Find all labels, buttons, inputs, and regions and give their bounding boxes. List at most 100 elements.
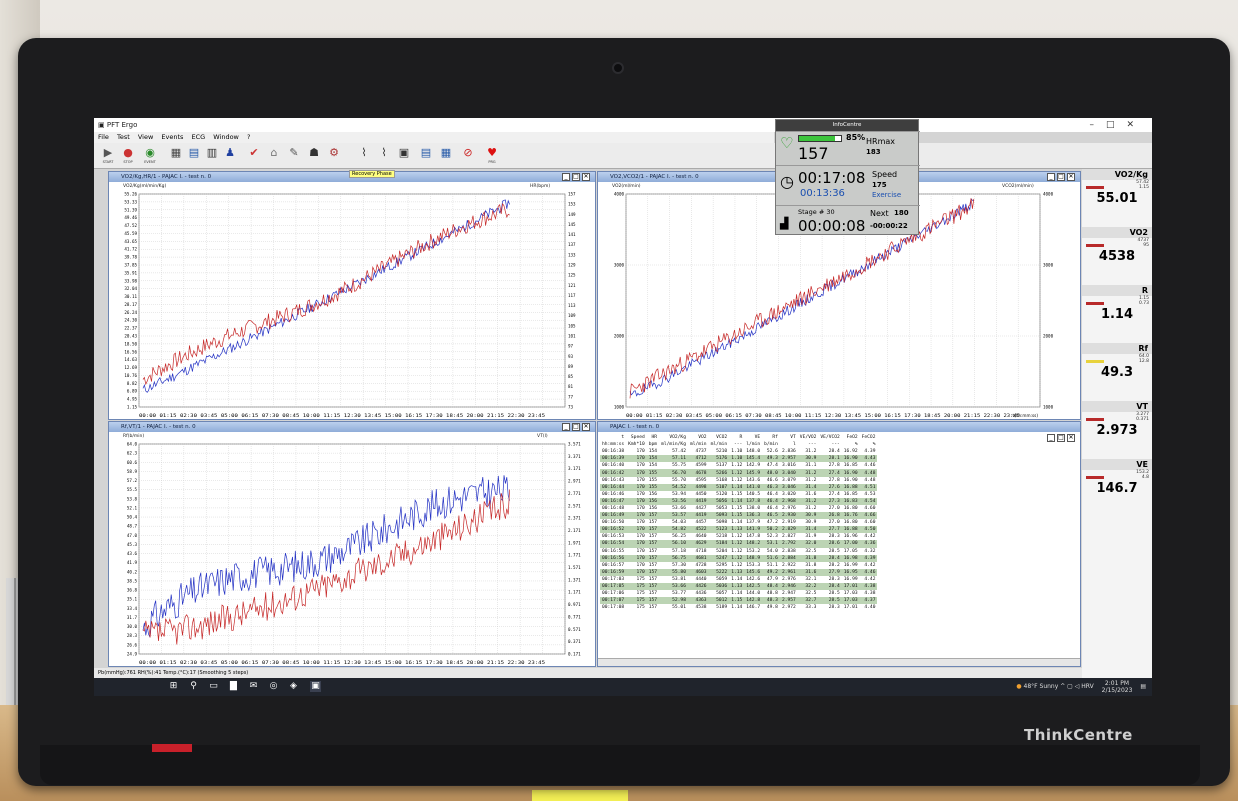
- panel-minimize-icon[interactable]: _: [562, 423, 570, 431]
- time-row: ◷ 00:17:08 00:13:36 Speed 175 Exercise: [776, 165, 920, 205]
- table-cell: 55.80: [659, 568, 688, 576]
- menu-ecg[interactable]: ECG: [191, 133, 205, 141]
- tool-ecg-2[interactable]: ⌇: [376, 146, 392, 164]
- no-entry-icon: ⊘: [463, 146, 473, 159]
- table-row[interactable]: 00:16:52 170 157 54.82 4522 5123 1.13 141.9 50.2…: [600, 526, 878, 534]
- table-cell: 4.60: [864, 520, 876, 526]
- table-row[interactable]: 00:16:55 170 157 57.18 4718 5204 1.12 153.2 54.0…: [600, 548, 877, 555]
- table-row[interactable]: 00:16:59 170 157 55.80 4603 5222 1.13 145.6 49.2…: [600, 568, 878, 576]
- file-explorer-icon[interactable]: ▇: [228, 681, 239, 692]
- panel-minimize-icon[interactable]: _: [562, 173, 570, 181]
- tool-graph-1[interactable]: ▦: [168, 146, 184, 164]
- mail-icon[interactable]: ✉: [248, 681, 259, 692]
- panel-restore-icon[interactable]: □: [1057, 434, 1065, 442]
- task-view-icon[interactable]: ▭: [208, 681, 219, 692]
- table-row[interactable]: 00:17:05 175 157 53.66 4426 5036 1.13 142.5 48.4…: [600, 582, 878, 591]
- table-row[interactable]: 00:16:48 170 156 53.66 4427 5053 1.15 138.0 46.4…: [600, 505, 877, 512]
- menu-file[interactable]: File: [98, 133, 109, 141]
- close-icon[interactable]: ✕: [1126, 120, 1146, 130]
- panel-restore-icon[interactable]: □: [572, 173, 580, 181]
- event-button[interactable]: ◉ EVENT: [142, 146, 158, 164]
- table-cell: 00:16:59: [600, 568, 627, 576]
- start-button[interactable]: ▶ START: [100, 146, 116, 164]
- table-row[interactable]: 00:16:46 170 156 53.94 4450 5120 1.15 140.5 46.4…: [600, 491, 877, 498]
- y-tick-label-left: 10.76: [124, 373, 137, 378]
- table-row[interactable]: 00:16:40 170 154 55.75 4599 5137 1.12 142.9 47.4…: [600, 462, 877, 469]
- panel-minimize-icon[interactable]: _: [1047, 434, 1055, 442]
- table-scrollbar[interactable]: [598, 658, 1080, 666]
- table-row[interactable]: 00:16:42 170 155 56.70 4678 5266 1.12 145.9 48.0…: [600, 469, 878, 477]
- table-row[interactable]: 00:16:50 170 157 54.03 4457 5098 1.14 137.9 47.2…: [600, 519, 877, 526]
- tool-table-2[interactable]: ▦: [438, 146, 454, 164]
- search-icon[interactable]: ⚲: [188, 681, 199, 692]
- table-header: VO2/Kg: [669, 435, 686, 441]
- chrome-icon[interactable]: ◎: [268, 681, 279, 692]
- prg-button[interactable]: ♥ PRG: [484, 146, 500, 164]
- clock-time[interactable]: 2:01 PM: [1105, 680, 1129, 687]
- tool-print[interactable]: ▣: [396, 146, 412, 164]
- recovery-phase-label[interactable]: Recovery Phase: [349, 170, 395, 178]
- system-tray: ● 48°F Sunny ^ ▢ ◁ HRV 2:01 PM 2/15/2023…: [1016, 678, 1146, 696]
- panel-minimize-icon[interactable]: _: [1047, 173, 1055, 181]
- tool-person[interactable]: ♟: [222, 146, 238, 164]
- infocentre-widget[interactable]: InfoCentre ♡ 85% 157 HRmax 183 ◷ 00:17:0…: [775, 119, 920, 235]
- tool-no[interactable]: ⊘: [460, 146, 476, 164]
- tool-bars[interactable]: ▥: [204, 146, 220, 164]
- tool-bike[interactable]: ⚙: [326, 146, 342, 164]
- table-cell: 170: [626, 512, 647, 520]
- clock-date[interactable]: 2/15/2023: [1102, 687, 1133, 694]
- menu-window[interactable]: Window: [213, 133, 239, 141]
- panel-close-icon[interactable]: ✕: [1067, 173, 1075, 181]
- table-row[interactable]: 00:16:53 170 157 56.25 4640 5218 1.12 147.8 52.3…: [600, 533, 877, 540]
- weather-text[interactable]: 48°F Sunny: [1024, 683, 1059, 690]
- tool-wrench[interactable]: ✎: [286, 146, 302, 164]
- menu-view[interactable]: View: [138, 133, 153, 141]
- panel-vo2kg-hr[interactable]: VO2/Kg,HR/1 - PAJAC I. - test n. 0 _ □ ✕…: [108, 170, 596, 420]
- menu-test[interactable]: Test: [117, 133, 130, 141]
- panel-close-icon[interactable]: ✕: [582, 423, 590, 431]
- minimize-icon[interactable]: –: [1089, 120, 1106, 130]
- panel-rf-vt[interactable]: Rf,VT/1 - PAJAC I. - test n. 0 _ □ ✕ Rf(…: [108, 421, 596, 667]
- menu-help[interactable]: ?: [247, 133, 250, 141]
- table-row[interactable]: 00:17:07 175 157 52.98 4363 5012 1.15 142.8 48.3…: [600, 597, 878, 605]
- table-cell: 5295: [716, 562, 728, 568]
- app-icon-1[interactable]: ◈: [288, 681, 299, 692]
- table-row[interactable]: 00:16:44 170 155 54.52 4498 5107 1.14 141.0 46.3…: [600, 483, 878, 491]
- tool-graph-2[interactable]: ▤: [186, 146, 202, 164]
- table-row[interactable]: 00:17:03 175 157 53.81 4440 5059 1.14 142.6 47.9…: [600, 576, 877, 583]
- panel-restore-icon[interactable]: □: [572, 423, 580, 431]
- table-cell: 56.10: [659, 540, 688, 548]
- language-indicator[interactable]: HRV: [1081, 683, 1093, 690]
- windows-start-icon[interactable]: ⊞: [168, 681, 179, 692]
- tool-check[interactable]: ✔: [246, 146, 262, 164]
- tool-table-1[interactable]: ▤: [418, 146, 434, 164]
- table-unit: l/min: [746, 442, 761, 448]
- panel-restore-icon[interactable]: □: [1057, 173, 1065, 181]
- table-row[interactable]: 00:16:39 170 154 57.11 4712 5176 1.10 145.4 49.3…: [600, 455, 878, 463]
- table-row[interactable]: 00:17:08 175 157 55.01 4538 5189 1.14 146.7 49.8…: [600, 604, 877, 611]
- table-row[interactable]: 00:16:47 170 156 53.56 4419 5056 1.14 137.8 46.4…: [600, 497, 878, 505]
- table-row[interactable]: 00:17:06 175 157 53.77 4436 5057 1.14 144.0 48.8…: [600, 590, 877, 597]
- table-row[interactable]: 00:16:38 170 154 57.42 4737 5210 1.10 148.0 52.6…: [600, 448, 877, 455]
- table-row[interactable]: 00:16:57 170 157 57.30 4728 5295 1.12 153.3 51.1…: [600, 562, 877, 569]
- tool-ecg-1[interactable]: ⌇: [356, 146, 372, 164]
- maximize-icon[interactable]: □: [1106, 120, 1127, 130]
- table-unit: ---: [733, 442, 743, 448]
- table-row[interactable]: 00:16:49 170 157 53.57 4419 5093 1.15 136.3 46.5…: [600, 512, 878, 520]
- tool-load[interactable]: ⌂: [266, 146, 282, 164]
- tray-icons[interactable]: ^ ▢ ◁: [1060, 683, 1081, 690]
- stop-button[interactable]: ● STOP: [120, 146, 136, 164]
- panel-close-icon[interactable]: ✕: [1067, 434, 1075, 442]
- table-row[interactable]: 00:16:43 170 155 55.70 4595 5168 1.12 143.6 46.6…: [600, 477, 877, 484]
- menu-events[interactable]: Events: [161, 133, 183, 141]
- heart-icon: ♡: [780, 134, 794, 152]
- panel-close-icon[interactable]: ✕: [582, 173, 590, 181]
- table-row[interactable]: 00:16:54 170 157 56.10 4629 5184 1.12 148.2 53.1…: [600, 540, 878, 548]
- pft-ergo-task-icon[interactable]: ▣: [310, 681, 321, 692]
- table-cell: 137.9: [746, 520, 761, 526]
- y-tick-label-right: 2.371: [568, 516, 581, 521]
- panel-data-table[interactable]: PAJAC I. - test n. 0 _ □ ✕ t Speed HR VO2/K…: [597, 421, 1081, 667]
- tool-people[interactable]: ☗: [306, 146, 322, 164]
- table-row[interactable]: 00:16:56 170 157 56.75 4681 5247 1.12 148.9 51.6…: [600, 554, 878, 562]
- notification-icon[interactable]: ▤: [1140, 683, 1146, 690]
